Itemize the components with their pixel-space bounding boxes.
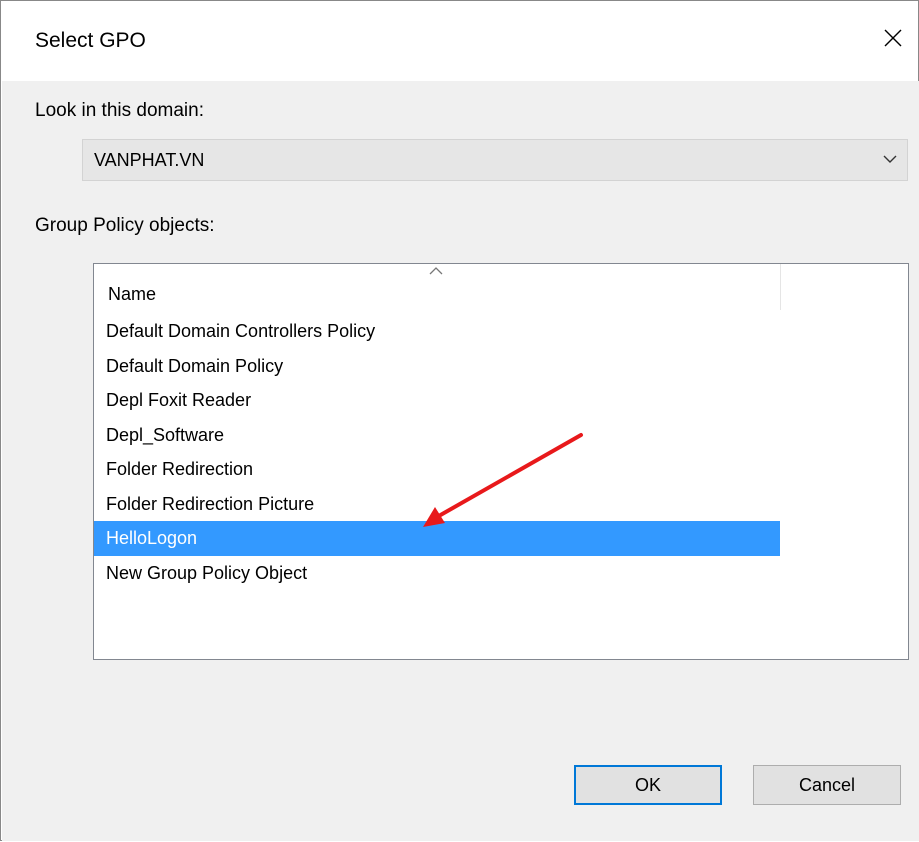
list-item[interactable]: Folder Redirection — [94, 452, 780, 487]
close-button[interactable] — [870, 15, 916, 61]
name-column-header[interactable]: Name — [94, 264, 780, 317]
cancel-button[interactable]: Cancel — [753, 765, 901, 805]
gpo-list[interactable]: Name Default Domain Controllers Policy D… — [93, 263, 909, 660]
list-item-selected[interactable]: HelloLogon — [94, 521, 780, 556]
gpo-rows: Default Domain Controllers Policy Defaul… — [94, 314, 780, 590]
chevron-down-icon — [883, 155, 897, 163]
dialog-title: Select GPO — [35, 29, 146, 52]
name-column-label: Name — [108, 284, 157, 304]
list-item[interactable]: Depl Foxit Reader — [94, 383, 780, 418]
domain-label: Look in this domain: — [35, 100, 204, 121]
list-item[interactable]: Depl_Software — [94, 418, 780, 453]
dialog-body: Look in this domain: VANPHAT.VN Group Po… — [2, 81, 919, 841]
domain-dropdown-value: VANPHAT.VN — [94, 150, 205, 170]
sort-ascending-icon — [429, 267, 443, 275]
gpo-list-label: Group Policy objects: — [35, 215, 215, 236]
column-divider[interactable] — [780, 264, 781, 310]
list-item[interactable]: Folder Redirection Picture — [94, 487, 780, 522]
select-gpo-dialog: Select GPO Look in this domain: VANPHAT.… — [0, 0, 919, 841]
list-item[interactable]: Default Domain Policy — [94, 349, 780, 384]
ok-button[interactable]: OK — [574, 765, 722, 805]
domain-dropdown[interactable]: VANPHAT.VN — [82, 139, 908, 181]
list-item[interactable]: Default Domain Controllers Policy — [94, 314, 780, 349]
list-item[interactable]: New Group Policy Object — [94, 556, 780, 591]
title-bar[interactable]: Select GPO — [1, 1, 918, 81]
close-icon — [884, 29, 902, 47]
